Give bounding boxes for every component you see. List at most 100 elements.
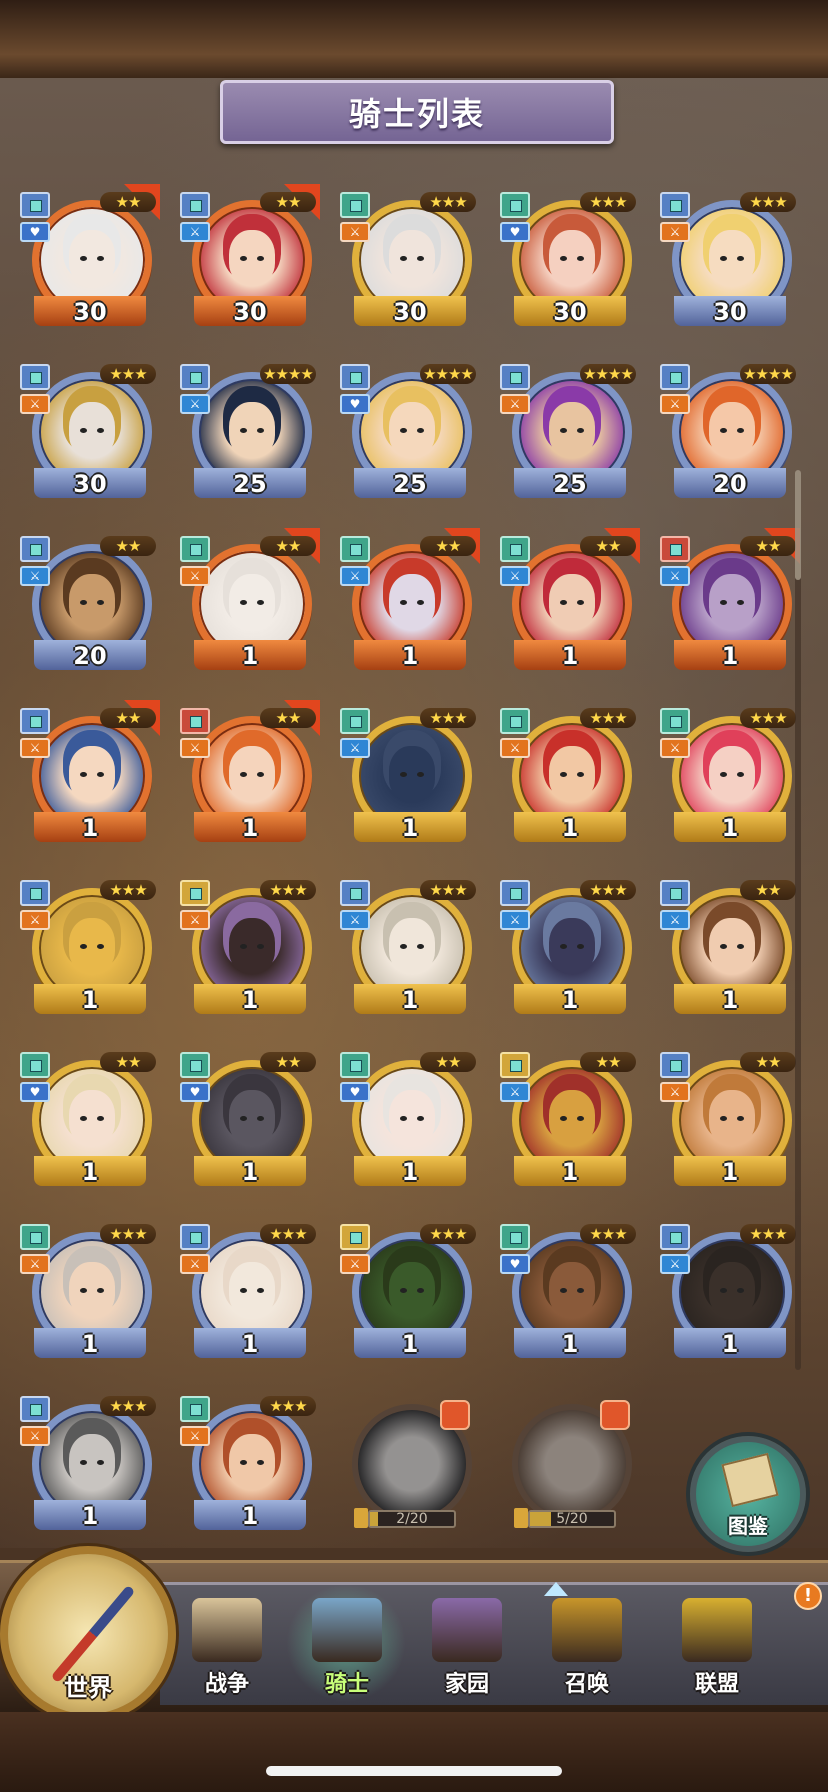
knight-card[interactable]: 30 ★★★ ⚔ bbox=[340, 188, 476, 338]
knight-card[interactable]: 1 ★★★ ⚔ bbox=[20, 876, 156, 1026]
knight-card[interactable]: 25 ★★★★ ♥ bbox=[340, 360, 476, 510]
knight-card[interactable]: 1 ★★★ ⚔ bbox=[340, 704, 476, 854]
knight-head bbox=[388, 402, 436, 458]
knight-level: 1 bbox=[401, 814, 419, 842]
class-badge-icon bbox=[180, 708, 210, 734]
knight-card[interactable]: 1 ★★★ ⚔ bbox=[500, 704, 636, 854]
eye bbox=[240, 1459, 248, 1465]
knight-card[interactable]: 1 ★★ ⚔ bbox=[180, 700, 320, 854]
locked-knight-card[interactable]: 2/20 bbox=[340, 1392, 476, 1542]
nav-home[interactable]: 家园 bbox=[412, 1590, 522, 1702]
knight-level: 1 bbox=[401, 1330, 419, 1358]
eye bbox=[80, 1287, 88, 1293]
knight-card[interactable]: 1 ★★ ♥ bbox=[180, 1048, 316, 1198]
knight-card[interactable]: 1 ★★★ ⚔ bbox=[340, 1220, 476, 1370]
knight-head bbox=[388, 1090, 436, 1146]
bottom-frame bbox=[0, 1712, 828, 1792]
knight-card[interactable]: 1 ★★★ ⚔ bbox=[180, 1392, 316, 1542]
star-rating: ★★★★ bbox=[260, 364, 316, 384]
knight-card[interactable]: 1 ★★★ ⚔ bbox=[500, 876, 636, 1026]
knight-level: 1 bbox=[241, 814, 259, 842]
class-badge-icon bbox=[180, 880, 210, 906]
eye bbox=[257, 771, 265, 777]
knight-card[interactable]: 1 ★★ ⚔ bbox=[340, 528, 480, 682]
formation-icon bbox=[30, 372, 42, 384]
scrollbar[interactable] bbox=[795, 470, 801, 1370]
knight-card[interactable]: 25 ★★★★ ⚔ bbox=[500, 360, 636, 510]
nav-knights[interactable]: 骑士 bbox=[286, 1584, 406, 1702]
knight-card[interactable]: 1 ★★★ ⚔ bbox=[340, 876, 476, 1026]
star-rating: ★★★★ bbox=[580, 364, 636, 384]
knight-card[interactable]: 30 ★★★ ⚔ bbox=[660, 188, 796, 338]
knight-card[interactable]: 1 ★★ ⚔ bbox=[180, 528, 320, 682]
star-rating: ★★ bbox=[740, 536, 796, 556]
knight-card[interactable]: 20 ★★ ⚔ bbox=[20, 532, 156, 682]
nav-alliance[interactable]: 联盟 bbox=[662, 1590, 772, 1702]
locked-knight-card[interactable]: 5/20 bbox=[500, 1392, 636, 1542]
sword-role-icon: ⚔ bbox=[500, 566, 530, 586]
shard-icon bbox=[354, 1508, 368, 1528]
eye bbox=[577, 771, 585, 777]
eye bbox=[577, 599, 585, 605]
knight-level: 1 bbox=[721, 986, 739, 1014]
knight-card[interactable]: 1 ★★★ ⚔ bbox=[180, 876, 316, 1026]
scroll-thumb[interactable] bbox=[795, 470, 801, 580]
eye bbox=[720, 943, 728, 949]
knight-card[interactable]: 1 ★★★ ⚔ bbox=[20, 1220, 156, 1370]
knight-card[interactable]: 1 ★★ ♥ bbox=[340, 1048, 476, 1198]
knight-card[interactable]: 1 ★★ ♥ bbox=[20, 1048, 156, 1198]
knight-head bbox=[548, 746, 596, 802]
nav-war[interactable]: 战争 bbox=[172, 1590, 282, 1702]
knight-card[interactable]: 1 ★★ ⚔ bbox=[660, 1048, 796, 1198]
knight-card[interactable]: 1 ★★ ⚔ bbox=[500, 1048, 636, 1198]
page-title: 骑士列表 bbox=[348, 95, 485, 133]
formation-icon bbox=[30, 888, 42, 900]
home-indicator[interactable] bbox=[266, 1766, 562, 1776]
knight-level: 1 bbox=[561, 814, 579, 842]
knight-card[interactable]: 1 ★★ ⚔ bbox=[660, 876, 796, 1026]
eye bbox=[97, 255, 105, 261]
knight-card[interactable]: 30 ★★ ⚔ bbox=[180, 184, 320, 338]
knight-card[interactable]: 30 ★★ ♥ bbox=[20, 184, 160, 338]
eye bbox=[97, 427, 105, 433]
eye bbox=[400, 943, 408, 949]
class-badge-icon bbox=[500, 192, 530, 218]
knight-card[interactable]: 30 ★★★ ⚔ bbox=[20, 360, 156, 510]
sword-role-icon: ⚔ bbox=[20, 566, 50, 586]
heal-role-icon: ♥ bbox=[340, 1082, 370, 1102]
knight-card[interactable]: 30 ★★★ ♥ bbox=[500, 188, 636, 338]
star-rating: ★★★ bbox=[580, 708, 636, 728]
formation-icon bbox=[30, 544, 42, 556]
eye bbox=[720, 1115, 728, 1121]
knight-level: 1 bbox=[721, 642, 739, 670]
formation-icon bbox=[190, 1404, 202, 1416]
formation-icon bbox=[350, 544, 362, 556]
formation-icon bbox=[190, 372, 202, 384]
knight-card[interactable]: 1 ★★★ ⚔ bbox=[180, 1220, 316, 1370]
knight-card[interactable]: 1 ★★★ ⚔ bbox=[660, 704, 796, 854]
formation-icon bbox=[510, 372, 522, 384]
eye bbox=[80, 255, 88, 261]
star-rating: ★★ bbox=[100, 192, 156, 212]
knight-card[interactable]: 1 ★★★ ♥ bbox=[500, 1220, 636, 1370]
knight-level: 1 bbox=[81, 1502, 99, 1530]
knight-card[interactable]: 1 ★★★ ⚔ bbox=[660, 1220, 796, 1370]
star-rating: ★★★ bbox=[420, 192, 476, 212]
knight-card[interactable]: 1 ★★ ⚔ bbox=[660, 528, 800, 682]
formation-icon bbox=[510, 888, 522, 900]
knight-level: 1 bbox=[241, 986, 259, 1014]
heal-role-icon: ♥ bbox=[340, 394, 370, 414]
knight-card[interactable]: 1 ★★ ⚔ bbox=[20, 700, 160, 854]
knight-card[interactable]: 1 ★★ ⚔ bbox=[500, 528, 640, 682]
knight-card[interactable]: 25 ★★★★ ⚔ bbox=[180, 360, 316, 510]
codex-button[interactable]: 图鉴 bbox=[690, 1436, 806, 1552]
knight-card[interactable]: 20 ★★★★ ⚔ bbox=[660, 360, 796, 510]
knight-card[interactable]: 1 ★★★ ⚔ bbox=[20, 1392, 156, 1542]
nav-summon[interactable]: 召唤 bbox=[532, 1590, 642, 1702]
knight-head bbox=[68, 746, 116, 802]
world-compass-button[interactable]: 世界 bbox=[0, 1546, 176, 1722]
formation-icon bbox=[190, 1232, 202, 1244]
class-badge-icon bbox=[340, 1052, 370, 1078]
class-badge-icon bbox=[180, 364, 210, 390]
sword-role-icon: ⚔ bbox=[340, 566, 370, 586]
